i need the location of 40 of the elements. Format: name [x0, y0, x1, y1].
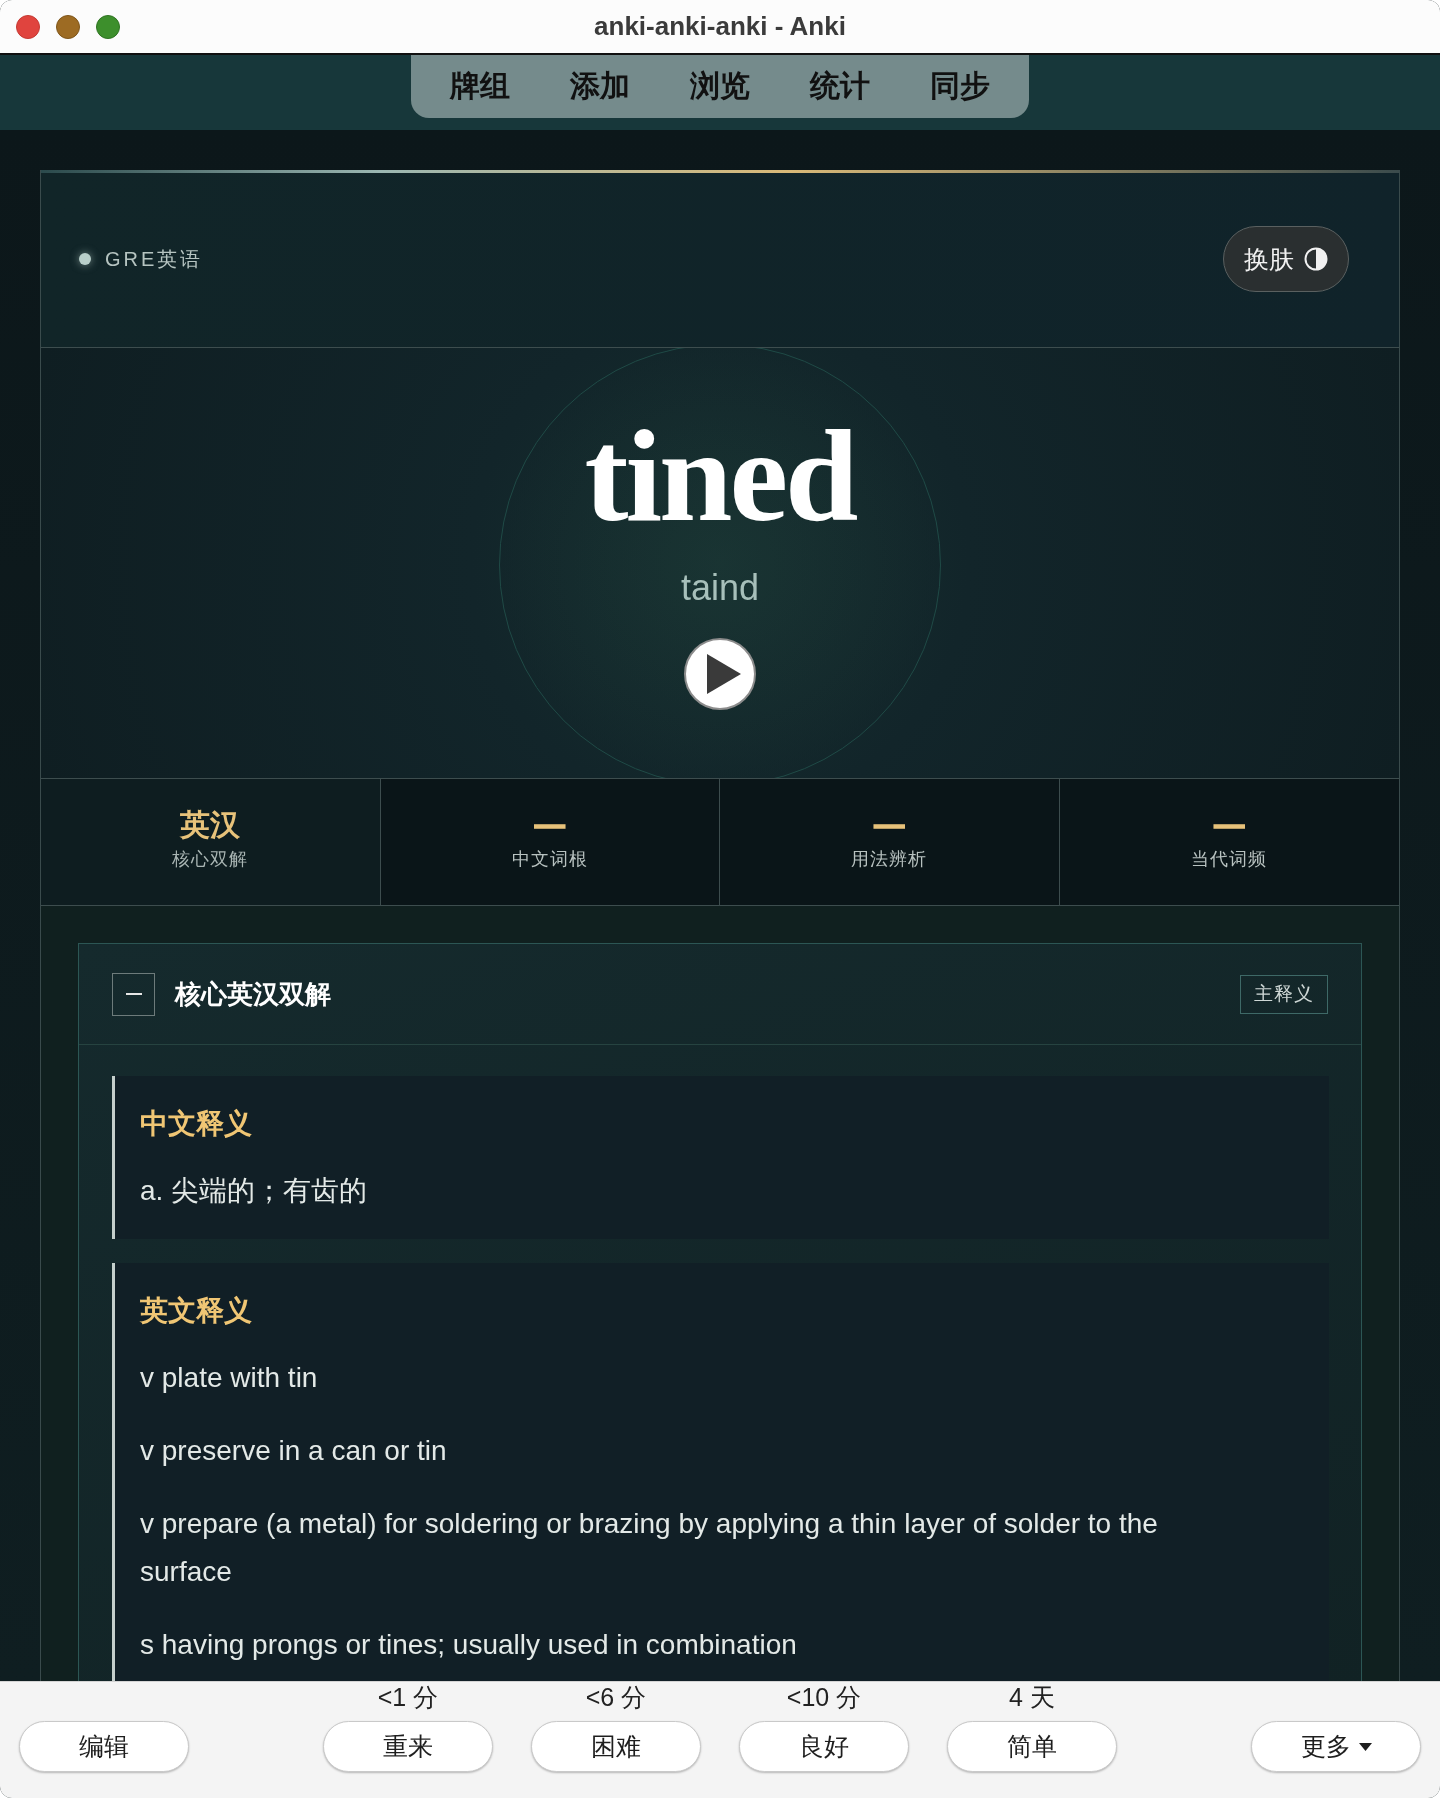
- headword: tined: [584, 410, 856, 542]
- answer-button[interactable]: 重来: [323, 1721, 493, 1772]
- tab[interactable]: — 当代词频: [1059, 779, 1399, 905]
- definition-text: v plate with tin: [140, 1361, 319, 1395]
- tab[interactable]: — 中文词根: [380, 779, 720, 905]
- definition-heading: 英文释义: [140, 1294, 253, 1328]
- nav-button[interactable]: 同步: [900, 55, 1020, 118]
- window-minimize-button[interactable]: [56, 14, 80, 39]
- badge: 主释义: [1240, 974, 1328, 1014]
- definition-text: v prepare (a metal) for soldering or brazing by applying a thin layer of solder to the surface: [140, 1507, 1159, 1589]
- collapse-button[interactable]: [112, 972, 155, 1016]
- interval-label: <1 分: [377, 1683, 439, 1711]
- definition-text: v preserve in a can or tin: [140, 1434, 448, 1468]
- window-title: anki-anki-anki - Anki: [594, 11, 846, 42]
- section-title: 核心英汉双解: [175, 977, 332, 1011]
- answer-button[interactable]: 简单: [947, 1721, 1117, 1772]
- more-button[interactable]: 更多: [1251, 1721, 1421, 1772]
- definition-text: s having prongs or tines; usually used in combination: [140, 1628, 798, 1662]
- definition-text: a. 尖端的；有齿的: [140, 1174, 369, 1208]
- answer-button[interactable]: 良好: [739, 1721, 909, 1772]
- answer-button[interactable]: 困难: [531, 1721, 701, 1772]
- edit-button[interactable]: 编辑: [19, 1721, 189, 1772]
- play-icon: [707, 654, 741, 694]
- deck-name: GRE英语: [105, 246, 204, 272]
- phonetic-text: taind: [680, 566, 760, 610]
- tab[interactable]: — 用法辨析: [720, 779, 1060, 905]
- window-zoom-button[interactable]: [96, 14, 120, 39]
- caret-icon: [1358, 1742, 1372, 1751]
- nav-button[interactable]: 统计: [780, 55, 900, 118]
- interval-label: 4 天: [1009, 1683, 1055, 1711]
- definition-heading: 中文释义: [140, 1107, 253, 1141]
- contrast-icon: [1304, 247, 1328, 271]
- nav-button[interactable]: 添加: [540, 55, 660, 118]
- nav-button[interactable]: 牌组: [420, 55, 540, 118]
- theme-toggle-button[interactable]: 换肤: [1223, 226, 1349, 292]
- interval-label: <10 分: [786, 1683, 862, 1711]
- window-close-button[interactable]: [16, 14, 40, 39]
- interval-label: <6 分: [585, 1683, 647, 1711]
- nav-button[interactable]: 浏览: [660, 55, 780, 118]
- dot-icon: [79, 253, 91, 265]
